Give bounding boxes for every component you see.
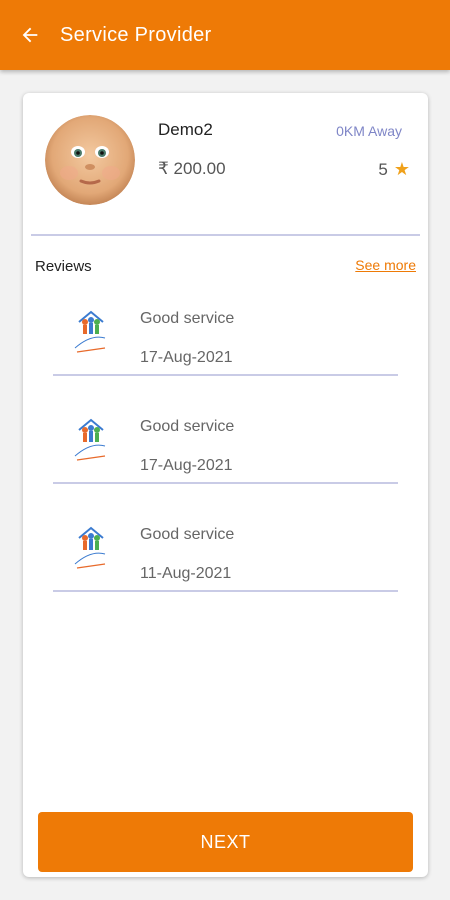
price-label: ₹ 200.00: [158, 159, 226, 178]
divider: [31, 234, 420, 236]
review-date: 17-Aug-2021: [140, 349, 233, 366]
app-bar: Service Provider: [0, 0, 450, 70]
reviews-heading: Reviews: [35, 258, 92, 275]
avatar: [45, 115, 135, 205]
company-logo-icon: [74, 310, 106, 353]
rating-value: 5: [378, 159, 388, 179]
page-title: Service Provider: [60, 23, 212, 46]
provider-name: Demo2: [158, 120, 213, 139]
back-button[interactable]: [0, 0, 60, 70]
review-text: Good service: [140, 310, 235, 327]
review-item: Good service 17-Aug-2021: [53, 288, 398, 376]
next-button[interactable]: NEXT: [38, 812, 413, 872]
arrow-left-icon: [22, 27, 38, 43]
distance-label: 0KM Away: [336, 123, 402, 139]
review-date: 17-Aug-2021: [140, 457, 233, 474]
review-text: Good service: [140, 526, 235, 543]
company-logo-icon: [74, 526, 106, 569]
review-text: Good service: [140, 418, 235, 435]
rating: 5 ★: [378, 159, 410, 180]
review-item: Good service 17-Aug-2021: [53, 396, 398, 484]
star-icon: ★: [393, 159, 410, 179]
company-logo-icon: [74, 418, 106, 461]
see-more-link[interactable]: See more: [355, 257, 416, 273]
review-item: Good service 11-Aug-2021: [53, 504, 398, 592]
provider-card: Demo2 0KM Away ₹ 200.00 5 ★ Reviews See …: [23, 93, 428, 877]
review-date: 11-Aug-2021: [140, 565, 232, 582]
